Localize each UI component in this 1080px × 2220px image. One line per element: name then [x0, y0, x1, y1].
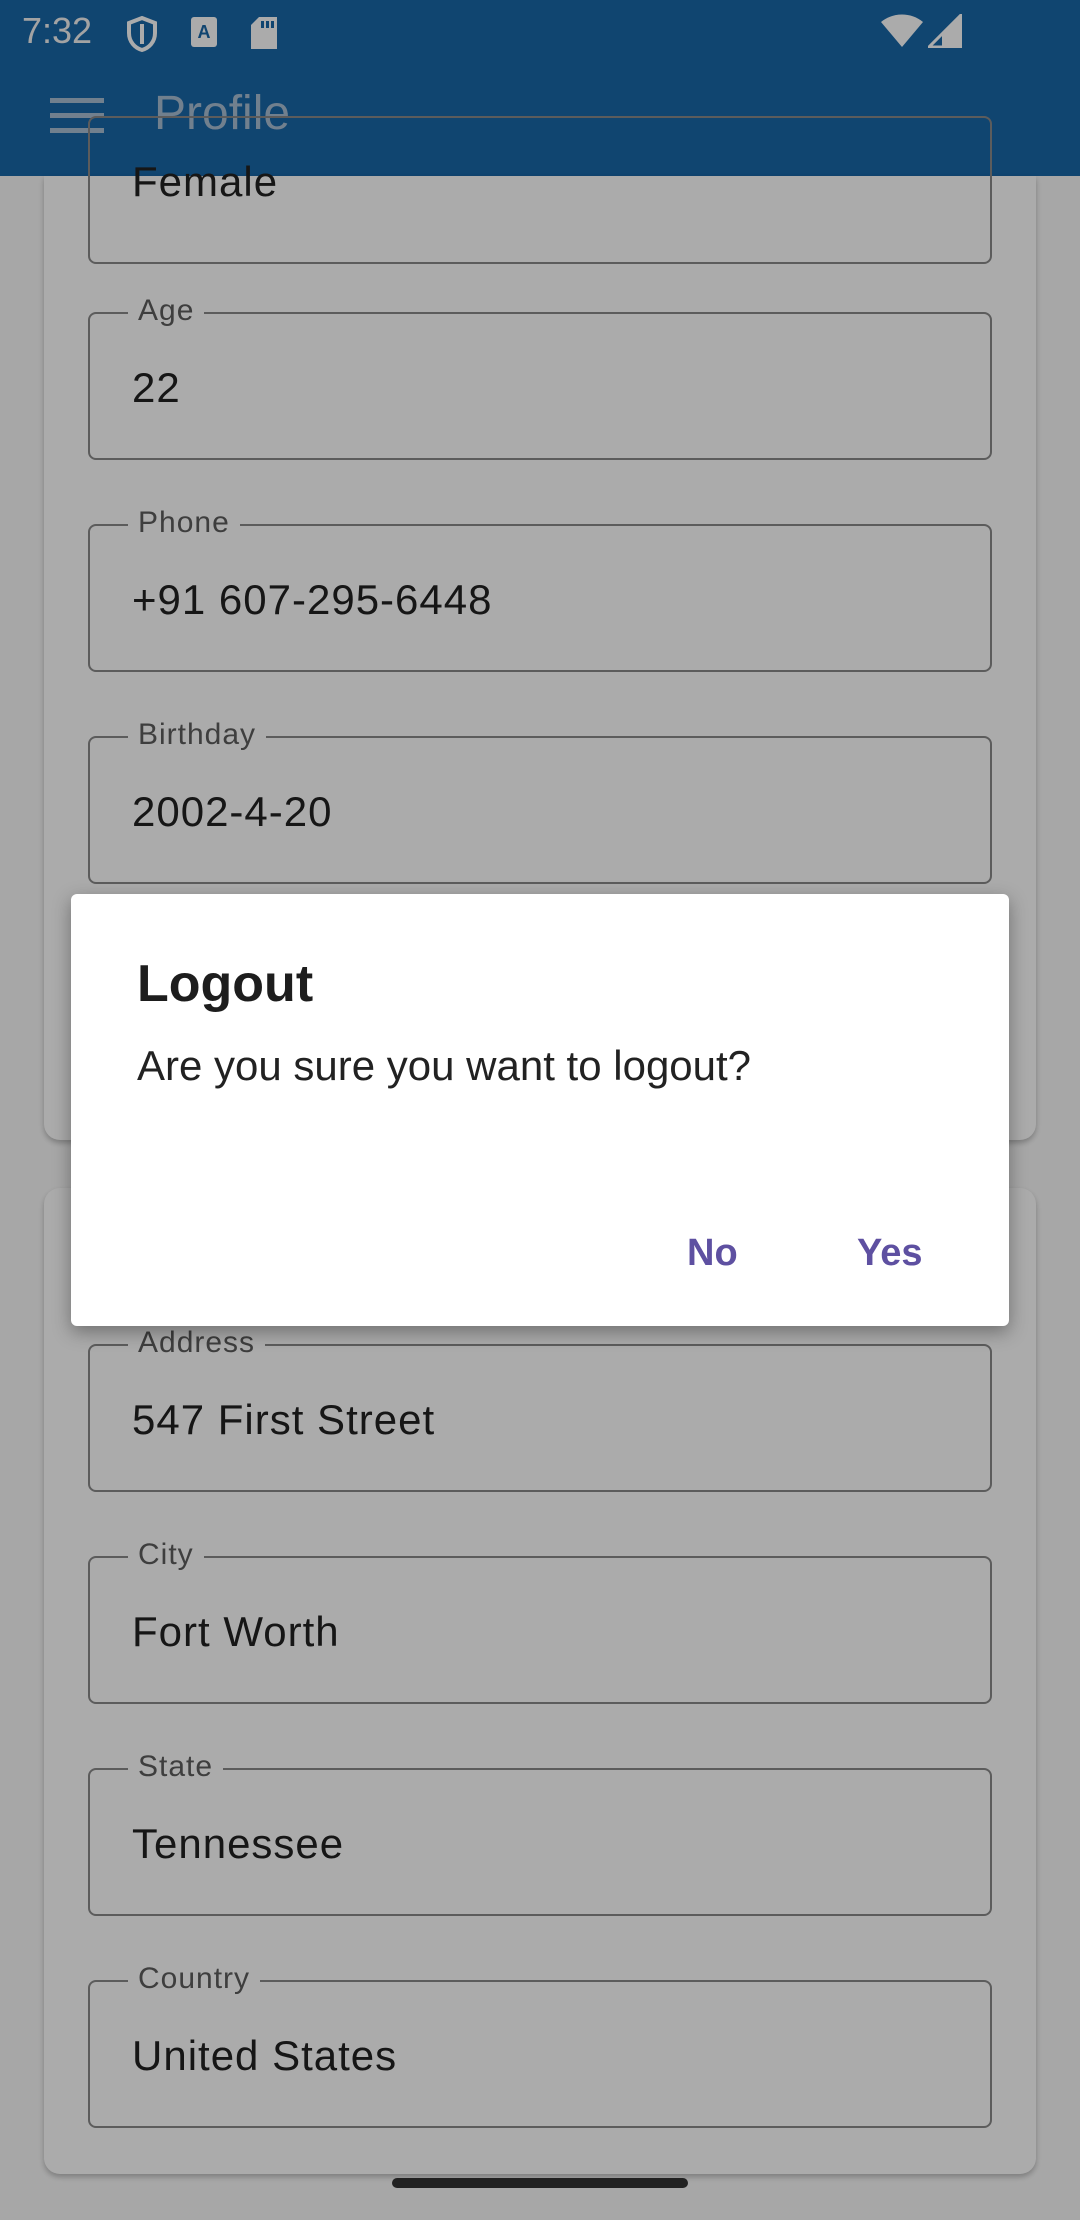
yes-button[interactable]: Yes — [837, 1224, 943, 1283]
logout-dialog: Logout Are you sure you want to logout? … — [71, 894, 1009, 1326]
dialog-title: Logout — [137, 955, 314, 1013]
dialog-message: Are you sure you want to logout? — [137, 1042, 752, 1089]
no-button[interactable]: No — [667, 1224, 758, 1283]
